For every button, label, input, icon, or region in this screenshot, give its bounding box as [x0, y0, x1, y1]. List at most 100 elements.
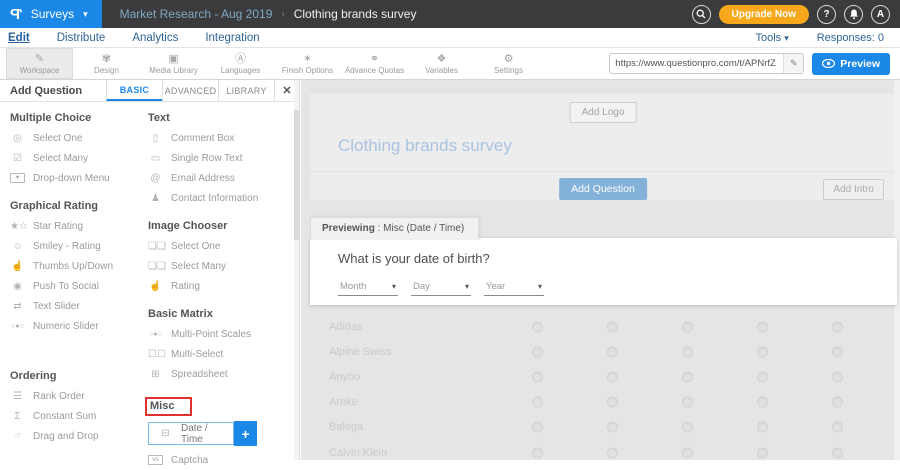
- add-question-button[interactable]: Add Question: [559, 178, 647, 200]
- question-type-date-time[interactable]: ⊟Date / Time: [148, 422, 234, 445]
- survey-canvas: Add Logo Clothing brands survey Add Ques…: [301, 80, 900, 460]
- radio-button[interactable]: [757, 321, 768, 332]
- question-type-drop-down-menu[interactable]: ▾Drop-down Menu: [10, 168, 140, 188]
- radio-button[interactable]: [532, 371, 543, 382]
- radio-button[interactable]: [682, 371, 693, 382]
- question-types-column-1: Multiple Choice◎Select One☑Select Many▾D…: [10, 112, 140, 446]
- tab-advanced[interactable]: ADVANCED: [162, 80, 218, 101]
- tab-library[interactable]: LIBRARY: [218, 80, 274, 101]
- radio-button[interactable]: [757, 447, 768, 458]
- radio-button[interactable]: [832, 397, 843, 408]
- radio-button[interactable]: [532, 397, 543, 408]
- question-type-captcha[interactable]: vsCaptcha: [148, 450, 290, 470]
- breadcrumb-folder[interactable]: Market Research - Aug 2019: [120, 7, 273, 21]
- question-type-label: Contact Information: [171, 193, 258, 204]
- avatar[interactable]: A: [871, 5, 890, 24]
- radio-button[interactable]: [757, 422, 768, 433]
- spreadsheet-icon: ⊞: [148, 369, 163, 380]
- section-graphical-rating: Graphical Rating★☆Star Rating☺Smiley - R…: [10, 200, 140, 336]
- question-type-constant-sum[interactable]: ΣConstant Sum: [10, 406, 140, 426]
- question-type-select-one[interactable]: ◎Select One: [10, 128, 140, 148]
- date-select-year[interactable]: Year▾: [484, 279, 544, 296]
- survey-url-field[interactable]: https://www.questionpro.com/t/APNrfZ ✎: [609, 53, 804, 74]
- radio-button[interactable]: [832, 346, 843, 357]
- question-type-email-address[interactable]: @Email Address: [148, 168, 290, 188]
- radio-button[interactable]: [682, 397, 693, 408]
- radio-button[interactable]: [682, 321, 693, 332]
- panel-scrollbar-thumb[interactable]: [294, 110, 299, 240]
- question-type-smiley-rating[interactable]: ☺Smiley - Rating: [10, 236, 140, 256]
- radio-button[interactable]: [607, 447, 618, 458]
- question-type-label: Drop-down Menu: [33, 173, 110, 184]
- preview-button[interactable]: Preview: [812, 53, 890, 75]
- add-logo-button[interactable]: Add Logo: [570, 102, 637, 123]
- question-type-text-slider[interactable]: ⇄Text Slider: [10, 296, 140, 316]
- section-misc: Misc⊟Date / Time+vsCaptcha: [148, 396, 290, 470]
- search-icon[interactable]: [692, 5, 711, 24]
- question-type-comment-box[interactable]: ▯Comment Box: [148, 128, 290, 148]
- radio-button[interactable]: [682, 422, 693, 433]
- add-date-time-button[interactable]: +: [234, 421, 257, 446]
- responses-count[interactable]: Responses: 0: [817, 32, 884, 44]
- radio-button[interactable]: [757, 371, 768, 382]
- surveys-menu[interactable]: Ƥ Surveys ▾: [0, 0, 102, 28]
- toolbar-item-settings[interactable]: ⚙Settings: [475, 48, 542, 79]
- add-intro-button[interactable]: Add Intro: [823, 179, 884, 200]
- radio-button[interactable]: [607, 397, 618, 408]
- question-type-push-to-social[interactable]: ◉Push To Social: [10, 276, 140, 296]
- notifications-bell-icon[interactable]: [844, 5, 863, 24]
- question-type-multi-select[interactable]: ☐☐Multi-Select: [148, 344, 290, 364]
- nav-item-distribute[interactable]: Distribute: [57, 32, 106, 44]
- survey-title[interactable]: Clothing brands survey: [338, 136, 512, 156]
- question-type-rating[interactable]: ☝Rating: [148, 276, 290, 296]
- radio-button[interactable]: [532, 321, 543, 332]
- tab-basic[interactable]: BASIC: [106, 80, 162, 101]
- radio-button[interactable]: [607, 422, 618, 433]
- radio-button[interactable]: [832, 422, 843, 433]
- radio-button[interactable]: [757, 397, 768, 408]
- toolbar-item-advance-quotas[interactable]: ⚭Advance Quotas: [341, 48, 408, 79]
- question-type-select-many[interactable]: ☑Select Many: [10, 148, 140, 168]
- toolbar-item-media-library[interactable]: ▣Media Library: [140, 48, 207, 79]
- radio-button[interactable]: [832, 447, 843, 458]
- upgrade-now-button[interactable]: Upgrade Now: [719, 5, 809, 24]
- edit-url-pencil-icon[interactable]: ✎: [783, 54, 803, 73]
- radio-button[interactable]: [532, 346, 543, 357]
- question-type-rank-order[interactable]: ☰Rank Order: [10, 386, 140, 406]
- question-type-contact-information[interactable]: ♟Contact Information: [148, 188, 290, 208]
- question-type-multi-point-scales[interactable]: ○●○Multi-Point Scales: [148, 324, 290, 344]
- radio-button[interactable]: [607, 321, 618, 332]
- tools-dropdown[interactable]: Tools ▾: [755, 32, 788, 44]
- nav-item-integration[interactable]: Integration: [205, 32, 259, 44]
- radio-button[interactable]: [682, 447, 693, 458]
- image-rating-icon: ☝: [148, 281, 163, 292]
- radio-button[interactable]: [607, 371, 618, 382]
- question-type-select-many[interactable]: ❏❏Select Many: [148, 256, 290, 276]
- date-select-day[interactable]: Day▾: [411, 279, 471, 296]
- toolbar-item-design[interactable]: ✾Design: [73, 48, 140, 79]
- radio-button[interactable]: [532, 422, 543, 433]
- toolbar-item-workspace[interactable]: ✎Workspace: [6, 48, 73, 79]
- radio-button[interactable]: [607, 346, 618, 357]
- question-type-star-rating[interactable]: ★☆Star Rating: [10, 216, 140, 236]
- question-type-single-row-text[interactable]: ▭Single Row Text: [148, 148, 290, 168]
- radio-button[interactable]: [532, 447, 543, 458]
- question-type-numeric-slider[interactable]: ○●○Numeric Slider: [10, 316, 140, 336]
- radio-button[interactable]: [682, 346, 693, 357]
- toolbar-item-finish-options[interactable]: ✶Finish Options: [274, 48, 341, 79]
- question-type-select-one[interactable]: ❏❏Select One: [148, 236, 290, 256]
- radio-button[interactable]: [757, 346, 768, 357]
- question-type-drag-and-drop[interactable]: ☞Drag and Drop: [10, 426, 140, 446]
- nav-right: Tools ▾ Responses: 0: [755, 32, 900, 44]
- radio-button[interactable]: [832, 371, 843, 382]
- radio-button[interactable]: [832, 321, 843, 332]
- question-type-spreadsheet[interactable]: ⊞Spreadsheet: [148, 364, 290, 384]
- nav-item-edit[interactable]: Edit: [8, 32, 30, 44]
- help-icon[interactable]: ?: [817, 5, 836, 24]
- toolbar-item-languages[interactable]: ⒶLanguages: [207, 48, 274, 79]
- nav-item-analytics[interactable]: Analytics: [132, 32, 178, 44]
- date-select-month[interactable]: Month▾: [338, 279, 398, 296]
- toolbar-item-variables[interactable]: ❖Variables: [408, 48, 475, 79]
- panel-scrollbar[interactable]: [294, 80, 299, 460]
- question-type-thumbs-up-down[interactable]: ☝Thumbs Up/Down: [10, 256, 140, 276]
